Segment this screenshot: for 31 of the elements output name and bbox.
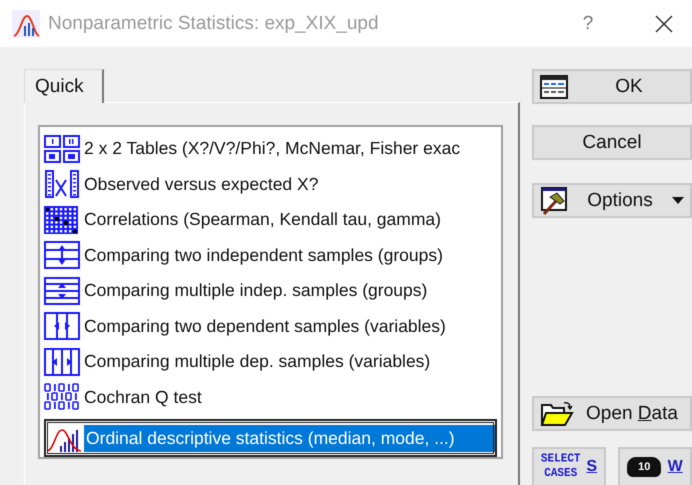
list-item[interactable]: Comparing multiple dep. samples (variables): [44, 344, 497, 380]
dropdown-arrow-icon: [672, 197, 684, 204]
list-item[interactable]: Comparing two dependent samples (variables): [44, 308, 497, 344]
list-item[interactable]: Comparing multiple indep. samples (groups): [44, 273, 497, 308]
list-item[interactable]: 2 x 2 Tables (X?/V?/Phi?, McNemar, Fisher exac: [44, 131, 497, 166]
close-icon: [655, 14, 673, 32]
tab[interactable]: Quick: [24, 69, 104, 103]
help-button[interactable]: ?: [568, 4, 608, 44]
list-item[interactable]: Cochran Q test: [44, 380, 497, 415]
hammer-icon: [540, 186, 568, 214]
binary-grid-icon: [44, 383, 80, 412]
options-button[interactable]: Options: [532, 183, 692, 218]
chi-square-icon: [44, 170, 80, 198]
list-item[interactable]: Comparing two independent samples (groups): [44, 238, 497, 273]
folder-icon: [540, 400, 574, 426]
list-item[interactable]: Correlations (Spearman, Kendall tau, gamma): [44, 202, 497, 238]
weight-button[interactable]: 10 W: [618, 447, 692, 485]
table-grid-icon: [44, 134, 80, 163]
compare-icon: [44, 348, 80, 376]
list-item[interactable]: Ordinal descriptive statistics (median, mode, ...): [44, 419, 497, 457]
list-item[interactable]: Observed versus expected X?: [44, 166, 497, 202]
open-data-button[interactable]: Open Data: [532, 396, 692, 431]
compare-icon: [44, 241, 80, 270]
matrix-icon: [44, 206, 80, 234]
window-title: Nonparametric Statistics: exp_XIX_upd: [48, 12, 380, 34]
compare-icon: [44, 312, 80, 340]
app-chart-icon: [12, 10, 40, 38]
ok-button[interactable]: OK: [532, 69, 692, 104]
cancel-button[interactable]: Cancel: [532, 125, 692, 160]
compare-icon: [44, 276, 80, 305]
spreadsheet-icon: [540, 74, 568, 98]
